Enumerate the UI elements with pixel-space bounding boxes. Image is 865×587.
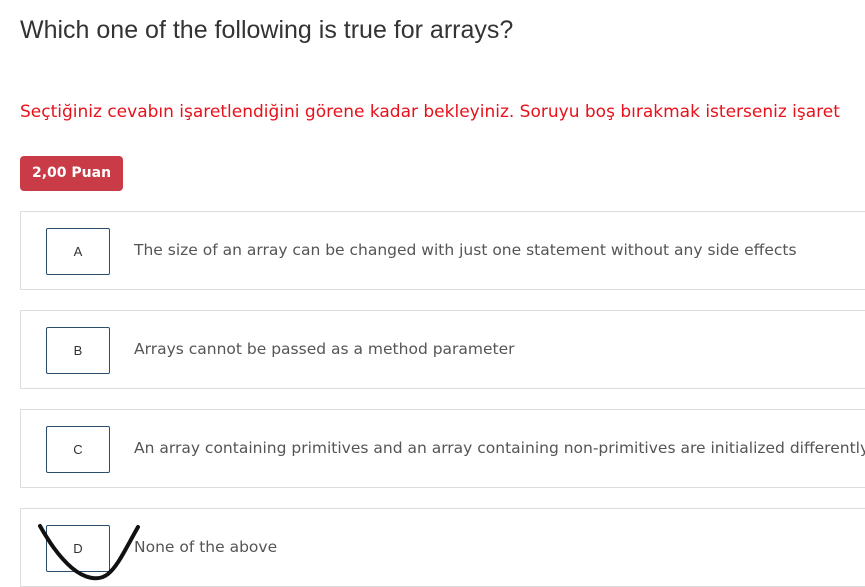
option-letter-c[interactable]: C [46, 426, 110, 473]
option-b[interactable]: B Arrays cannot be passed as a method pa… [20, 310, 865, 389]
handwritten-checkmark [38, 524, 140, 581]
option-text-c: An array containing primitives and an ar… [134, 439, 865, 457]
instruction-text: Seçtiğiniz cevabın işaretlendiğini gören… [20, 102, 840, 122]
option-letter-b[interactable]: B [46, 327, 110, 374]
option-letter-a[interactable]: A [46, 228, 110, 275]
option-a[interactable]: A The size of an array can be changed wi… [20, 211, 865, 290]
option-text-a: The size of an array can be changed with… [134, 241, 797, 259]
points-badge: 2,00 Puan [20, 156, 124, 191]
option-d[interactable]: D None of the above [20, 508, 865, 587]
option-text-b: Arrays cannot be passed as a method para… [134, 340, 515, 358]
option-letter-d[interactable]: D [46, 525, 110, 572]
option-text-d: None of the above [134, 538, 278, 556]
question-title: Which one of the following is true for a… [20, 16, 514, 44]
option-c[interactable]: C An array containing primitives and an … [20, 409, 865, 488]
